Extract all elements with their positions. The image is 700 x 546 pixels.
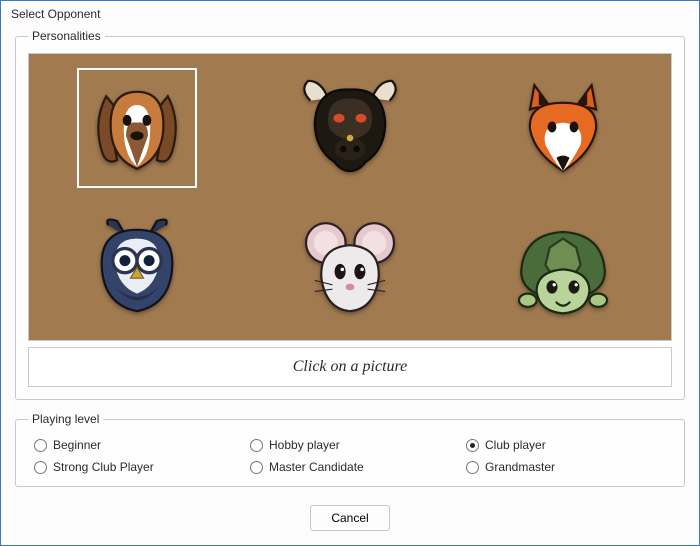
level-label: Club player xyxy=(485,438,546,452)
personalities-legend: Personalities xyxy=(28,29,105,43)
personality-bull[interactable] xyxy=(290,68,410,188)
level-label: Master Candidate xyxy=(269,460,364,474)
level-label: Hobby player xyxy=(269,438,340,452)
level-option-hobby[interactable]: Hobby player xyxy=(250,438,450,452)
turtle-icon xyxy=(508,210,618,323)
playing-level-legend: Playing level xyxy=(28,412,103,426)
personality-turtle[interactable] xyxy=(503,206,623,326)
window-title: Select Opponent xyxy=(1,1,699,29)
mouse-icon xyxy=(295,210,405,323)
level-label: Strong Club Player xyxy=(53,460,154,474)
personality-owl[interactable] xyxy=(77,206,197,326)
personality-fox[interactable] xyxy=(503,68,623,188)
level-label: Grandmaster xyxy=(485,460,555,474)
owl-icon xyxy=(82,210,192,323)
level-radio-club[interactable] xyxy=(466,439,479,452)
level-option-master-candidate[interactable]: Master Candidate xyxy=(250,460,450,474)
level-radio-master-candidate[interactable] xyxy=(250,461,263,474)
level-option-club[interactable]: Club player xyxy=(466,438,666,452)
personalities-group: Personalities xyxy=(15,29,685,400)
playing-level-group: Playing level Beginner Hobby player Club… xyxy=(15,412,685,487)
level-option-grandmaster[interactable]: Grandmaster xyxy=(466,460,666,474)
personality-mouse[interactable] xyxy=(290,206,410,326)
dialog-buttons: Cancel xyxy=(1,499,699,543)
personality-dog[interactable] xyxy=(77,68,197,188)
fox-icon xyxy=(508,72,618,185)
level-label: Beginner xyxy=(53,438,101,452)
level-radio-beginner[interactable] xyxy=(34,439,47,452)
level-radio-grandmaster[interactable] xyxy=(466,461,479,474)
level-option-strong-club[interactable]: Strong Club Player xyxy=(34,460,234,474)
personality-gallery xyxy=(28,53,672,341)
personality-hint: Click on a picture xyxy=(28,347,672,387)
dog-icon xyxy=(82,72,192,185)
cancel-button[interactable]: Cancel xyxy=(310,505,389,531)
bull-icon xyxy=(295,72,405,185)
level-option-beginner[interactable]: Beginner xyxy=(34,438,234,452)
level-radio-hobby[interactable] xyxy=(250,439,263,452)
level-radio-strong-club[interactable] xyxy=(34,461,47,474)
